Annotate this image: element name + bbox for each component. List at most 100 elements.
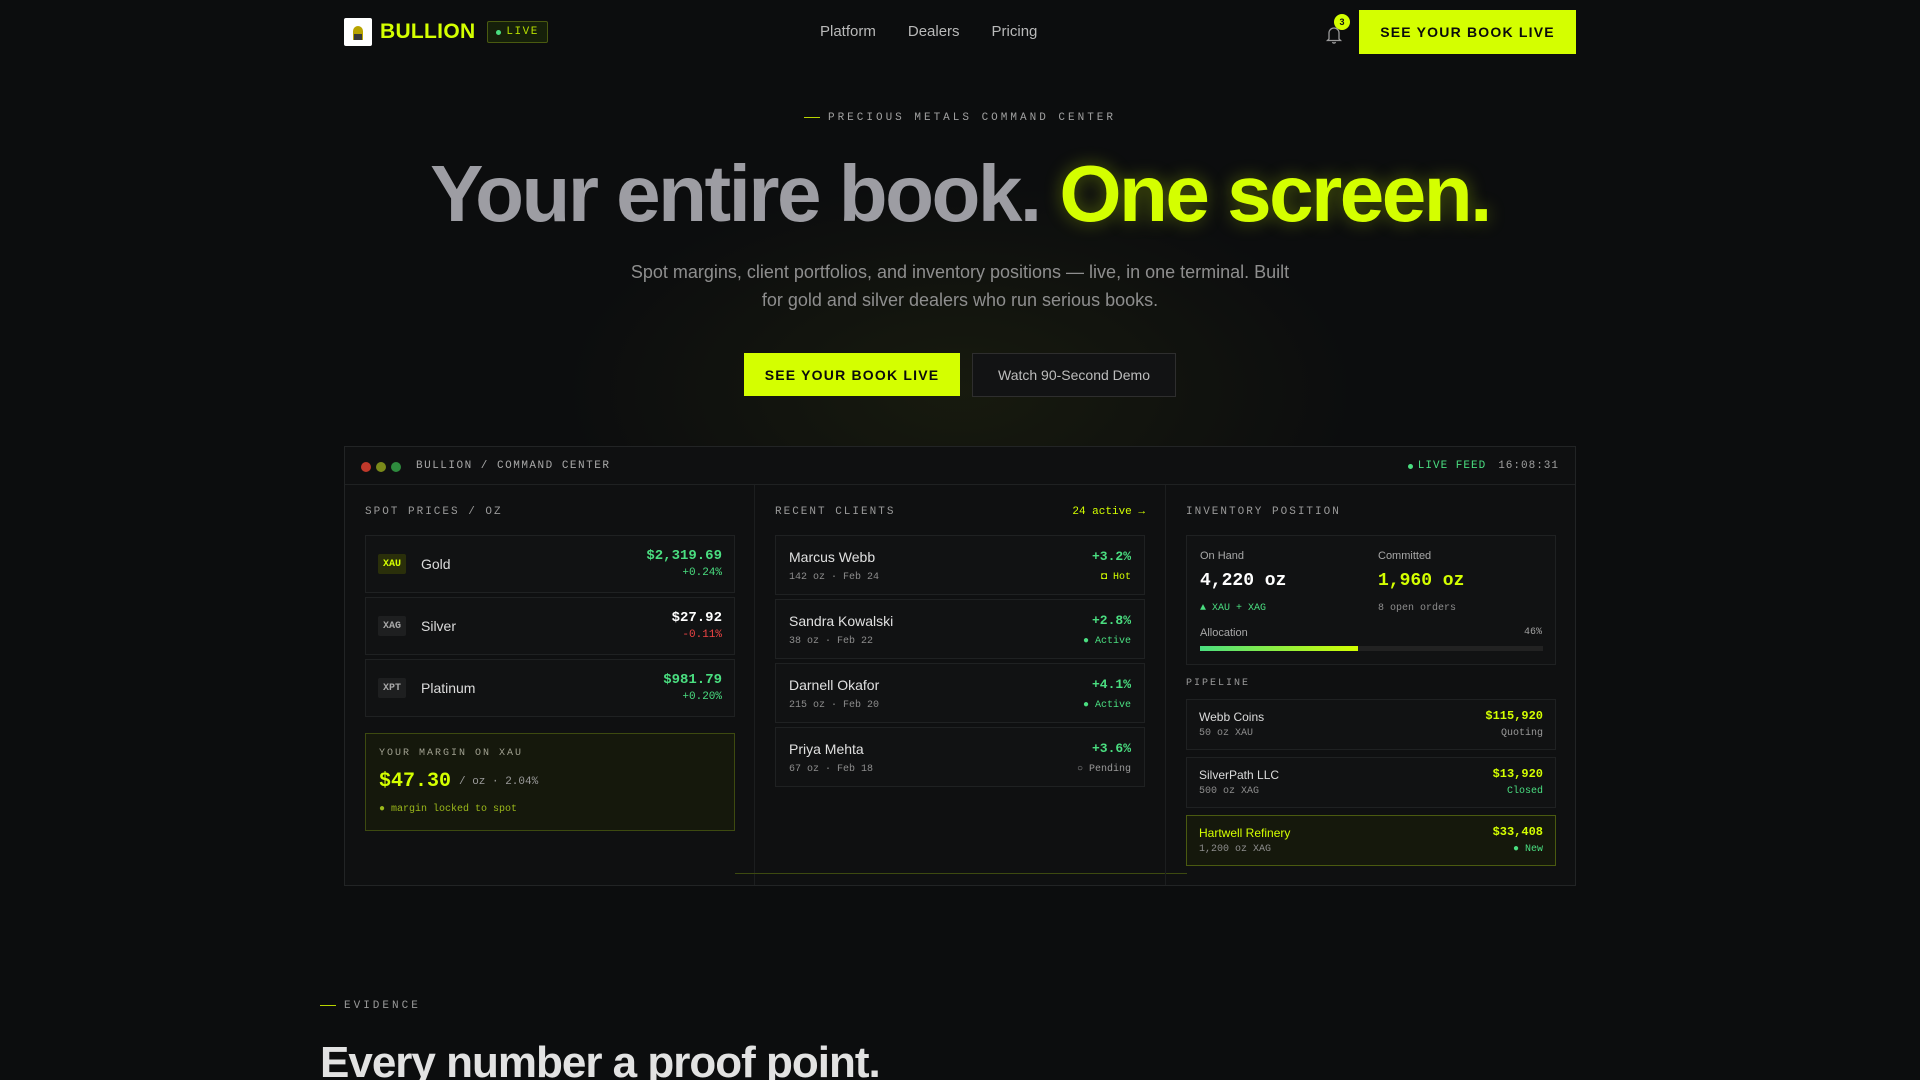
client-meta: 38 oz · Feb 22 — [789, 636, 874, 647]
ticker-badge: XPT — [378, 678, 407, 698]
hero-eyebrow: PRECIOUS METALS COMMAND CENTER — [0, 112, 1920, 124]
evidence-eyebrow-text: EVIDENCE — [344, 1000, 421, 1012]
pipeline-status: ● New — [1512, 844, 1543, 855]
allocation-bar-fill — [1200, 646, 1358, 651]
pipeline-name: SilverPath LLC — [1199, 768, 1280, 782]
spot-prices-panel: SPOT PRICES / OZ XAU Gold $2,319.69 +0.2… — [345, 485, 1187, 885]
notifications-button[interactable]: 3 — [1320, 14, 1350, 48]
client-meta: 67 oz · Feb 18 — [789, 764, 874, 775]
window-controls — [361, 462, 401, 472]
on-hand-label: On Hand — [1200, 550, 1245, 562]
pipeline-row[interactable]: Webb Coins 50 oz XAU $115,920 Quoting — [1186, 699, 1556, 750]
headline-part-a: Your entire book. — [430, 149, 1042, 238]
pipeline-row-highlighted[interactable]: Hartwell Refinery 1,200 oz XAG $33,408 ●… — [1186, 815, 1556, 866]
pipeline-meta: 1,200 oz XAG — [1199, 844, 1272, 855]
client-row[interactable]: Marcus Webb 142 oz · Feb 24 +3.2% ◘ Hot — [775, 535, 1145, 595]
nav-link-dealers[interactable]: Dealers — [908, 23, 960, 40]
minimize-dot-icon — [376, 462, 386, 472]
committed-value: 1,960 oz — [1378, 571, 1465, 591]
client-name: Sandra Kowalski — [789, 613, 894, 629]
client-status: ○ Pending — [1076, 764, 1131, 775]
pipeline-status: Closed — [1506, 786, 1543, 797]
live-feed-indicator: LIVE FEED 16:08:31 — [1407, 460, 1559, 472]
spot-row-silver[interactable]: XAG Silver $27.92 -0.11% — [365, 597, 735, 655]
client-status: ● Active — [1082, 700, 1131, 711]
pipeline-name: Hartwell Refinery — [1199, 826, 1291, 840]
client-row[interactable]: Priya Mehta 67 oz · Feb 18 +3.6% ○ Pendi… — [775, 727, 1145, 787]
client-pct: +3.6% — [1091, 741, 1131, 756]
pipeline-name: Webb Coins — [1199, 710, 1265, 724]
dashboard-title: BULLION / COMMAND CENTER — [416, 460, 611, 472]
hero-primary-button[interactable]: SEE YOUR BOOK LIVE — [744, 353, 960, 396]
spot-price: $2,319.69 — [646, 548, 722, 564]
close-dot-icon — [361, 462, 371, 472]
allocation-bar — [1200, 646, 1543, 651]
client-meta: 142 oz · Feb 24 — [789, 572, 880, 583]
inventory-card: On Hand 4,220 oz ▲ XAU + XAG Committed 1… — [1186, 535, 1556, 665]
dashboard-titlebar: BULLION / COMMAND CENTER LIVE FEED 16:08… — [345, 447, 1575, 485]
live-badge: LIVE — [487, 21, 548, 43]
feed-time: 16:08:31 — [1498, 460, 1559, 472]
hero-eyebrow-text: PRECIOUS METALS COMMAND CENTER — [827, 112, 1117, 124]
hero-headline: Your entire book. One screen. — [0, 148, 1920, 240]
client-meta: 215 oz · Feb 20 — [789, 700, 880, 711]
client-pct: +4.1% — [1091, 677, 1131, 692]
margin-value: $47.30 — [379, 770, 452, 793]
on-hand-sub: ▲ XAU + XAG — [1200, 603, 1267, 614]
live-dot-icon — [496, 29, 502, 35]
logo[interactable]: BULLION LIVE — [344, 18, 548, 46]
spot-change: +0.24% — [682, 567, 722, 579]
metal-name: Gold — [421, 556, 451, 572]
evidence-eyebrow: EVIDENCE — [320, 1000, 421, 1012]
bullion-logo-icon — [344, 18, 372, 46]
nav-link-pricing[interactable]: Pricing — [992, 23, 1038, 40]
pipeline-status: Quoting — [1500, 728, 1543, 739]
client-pct: +3.2% — [1091, 549, 1131, 564]
pipeline-meta: 50 oz XAU — [1199, 728, 1254, 739]
recent-clients-panel: RECENT CLIENTS 24 active → Marcus Webb 1… — [755, 485, 1166, 885]
nav-link-platform[interactable]: Platform — [820, 23, 876, 40]
watch-demo-button[interactable]: Watch 90-Second Demo — [972, 353, 1176, 397]
logo-text: BULLION — [380, 20, 476, 43]
margin-card: YOUR MARGIN ON XAU $47.30 / oz · 2.04% ●… — [365, 733, 735, 831]
spot-price: $27.92 — [671, 610, 722, 626]
allocation-pct: 46% — [1523, 627, 1542, 638]
committed-label: Committed — [1378, 550, 1432, 562]
on-hand-value: 4,220 oz — [1200, 571, 1287, 591]
clients-heading: RECENT CLIENTS — [775, 506, 896, 518]
spot-row-platinum[interactable]: XPT Platinum $981.79 +0.20% — [365, 659, 735, 717]
dashboard-preview: BULLION / COMMAND CENTER LIVE FEED 16:08… — [344, 446, 1576, 886]
ticker-badge: XAU — [378, 554, 407, 574]
committed-sub: 8 open orders — [1378, 603, 1457, 614]
maximize-dot-icon — [391, 462, 401, 472]
spot-change: -0.11% — [682, 629, 722, 641]
client-pct: +2.8% — [1091, 613, 1131, 628]
client-row[interactable]: Sandra Kowalski 38 oz · Feb 22 +2.8% ● A… — [775, 599, 1145, 659]
pipeline-value: $13,920 — [1492, 767, 1543, 781]
inventory-heading: INVENTORY POSITION — [1186, 506, 1341, 518]
pipeline-meta: 500 oz XAG — [1199, 786, 1260, 797]
margin-note: ● margin locked to spot — [379, 804, 518, 815]
client-name: Marcus Webb — [789, 549, 876, 565]
notification-badge: 3 — [1334, 14, 1350, 30]
inventory-panel: INVENTORY POSITION On Hand 4,220 oz ▲ XA… — [1166, 485, 1576, 885]
allocation-label: Allocation — [1200, 627, 1248, 639]
spot-price: $981.79 — [663, 672, 722, 688]
client-name: Priya Mehta — [789, 741, 864, 757]
pipeline-row[interactable]: SilverPath LLC 500 oz XAG $13,920 Closed — [1186, 757, 1556, 808]
feed-label: LIVE FEED — [1417, 460, 1487, 472]
margin-heading: YOUR MARGIN ON XAU — [379, 748, 524, 759]
pipeline-value: $33,408 — [1492, 825, 1543, 839]
top-nav: BULLION LIVE Platform Dealers Pricing 3 … — [344, 0, 1576, 64]
nav-links: Platform Dealers Pricing — [820, 23, 1037, 40]
spot-row-gold[interactable]: XAU Gold $2,319.69 +0.24% — [365, 535, 735, 593]
pipeline-value: $115,920 — [1485, 709, 1543, 723]
nav-cta-button[interactable]: SEE YOUR BOOK LIVE — [1359, 10, 1576, 54]
headline-part-b: One screen. — [1059, 149, 1492, 238]
active-clients-link[interactable]: 24 active → — [1072, 506, 1145, 518]
client-row[interactable]: Darnell Okafor 215 oz · Feb 20 +4.1% ● A… — [775, 663, 1145, 723]
feed-dot-icon — [1407, 463, 1413, 469]
spot-heading: SPOT PRICES / OZ — [365, 506, 503, 518]
pipeline-heading: PIPELINE — [1186, 678, 1251, 689]
client-status: ● Active — [1082, 636, 1131, 647]
